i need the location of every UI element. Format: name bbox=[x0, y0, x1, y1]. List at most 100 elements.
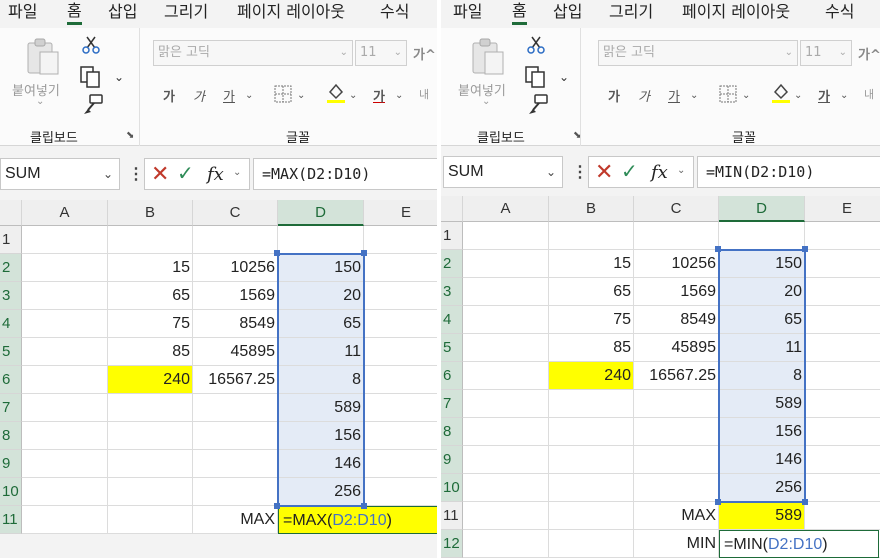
grid-cell[interactable]: 10256 bbox=[634, 250, 719, 278]
grid-cell[interactable]: 8 bbox=[278, 366, 364, 394]
fill-chevron-icon[interactable]: ⌄ bbox=[794, 90, 802, 101]
italic-button[interactable]: 가 bbox=[638, 86, 650, 105]
grid-cell[interactable]: 256 bbox=[719, 474, 805, 502]
border-icon[interactable] bbox=[273, 84, 295, 104]
enter-icon[interactable]: ✓ bbox=[621, 160, 638, 184]
grid-cell[interactable]: 20 bbox=[719, 278, 805, 306]
column-header-e[interactable]: E bbox=[364, 200, 437, 226]
cut-icon[interactable] bbox=[82, 36, 100, 54]
grid-cell[interactable] bbox=[463, 334, 549, 362]
tab-insert[interactable]: 삽입 bbox=[553, 0, 582, 24]
grid-cell[interactable]: 150 bbox=[719, 250, 805, 278]
enter-icon[interactable]: ✓ bbox=[177, 162, 194, 186]
grid-cell[interactable] bbox=[364, 310, 437, 338]
grid-cell[interactable] bbox=[193, 422, 278, 450]
underline-chevron-icon[interactable]: ⌄ bbox=[690, 90, 698, 101]
grid-cell[interactable] bbox=[108, 394, 193, 422]
tab-draw[interactable]: 그리기 bbox=[164, 0, 208, 24]
grid-cell[interactable]: 150 bbox=[278, 254, 364, 282]
font-color-chevron-icon[interactable]: ⌄ bbox=[840, 90, 848, 101]
column-header-b[interactable]: B bbox=[108, 200, 193, 226]
grow-font-button[interactable]: 가^ bbox=[858, 44, 880, 63]
editing-cell[interactable]: =MAX(D2:D10) bbox=[278, 506, 437, 534]
grid-cell[interactable] bbox=[364, 394, 437, 422]
grid-cell[interactable]: 16567.25 bbox=[193, 366, 278, 394]
bold-button[interactable]: 가 bbox=[608, 86, 620, 105]
row-header[interactable]: 10 bbox=[441, 474, 463, 502]
grid-cell[interactable]: 240 bbox=[108, 366, 193, 394]
grid-cell[interactable]: 8549 bbox=[634, 306, 719, 334]
grid-cell[interactable] bbox=[364, 450, 437, 478]
grid-cell[interactable] bbox=[463, 278, 549, 306]
grid-cell[interactable] bbox=[549, 390, 634, 418]
grid-cell[interactable] bbox=[805, 278, 880, 306]
row-header[interactable]: 2 bbox=[441, 250, 463, 278]
grid-cell[interactable]: 15 bbox=[108, 254, 193, 282]
row-header[interactable]: 1 bbox=[441, 222, 463, 250]
grid-cell[interactable] bbox=[193, 226, 278, 254]
format-painter-icon[interactable] bbox=[527, 94, 549, 116]
row-header[interactable]: 9 bbox=[0, 450, 22, 478]
grid-cell[interactable]: 146 bbox=[719, 446, 805, 474]
grid-cell[interactable] bbox=[22, 478, 108, 506]
insert-function-icon[interactable]: fx bbox=[651, 162, 668, 183]
grid-cell[interactable] bbox=[634, 474, 719, 502]
underline-button[interactable]: 가 bbox=[223, 86, 235, 105]
grid-cell[interactable]: 1569 bbox=[193, 282, 278, 310]
row-header[interactable]: 5 bbox=[441, 334, 463, 362]
grid-cell[interactable]: 146 bbox=[278, 450, 364, 478]
grid-cell[interactable] bbox=[22, 282, 108, 310]
grid-cell[interactable]: 85 bbox=[108, 338, 193, 366]
grid-cell[interactable]: MAX bbox=[193, 506, 278, 534]
row-header[interactable]: 12 bbox=[441, 530, 463, 558]
grid-cell[interactable]: 65 bbox=[549, 278, 634, 306]
row-header[interactable]: 10 bbox=[0, 478, 22, 506]
grid-cell[interactable] bbox=[805, 446, 880, 474]
row-header[interactable]: 8 bbox=[441, 418, 463, 446]
font-color-button[interactable]: 가 bbox=[373, 86, 385, 105]
grid-cell[interactable] bbox=[805, 390, 880, 418]
grid-cell[interactable] bbox=[634, 390, 719, 418]
tab-insert[interactable]: 삽입 bbox=[108, 0, 137, 24]
grid-cell[interactable] bbox=[805, 250, 880, 278]
grid-cell[interactable] bbox=[463, 446, 549, 474]
grid-cell[interactable] bbox=[805, 474, 880, 502]
grid-cell[interactable] bbox=[463, 222, 549, 250]
grid-cell[interactable] bbox=[549, 222, 634, 250]
range-resize-handle[interactable] bbox=[715, 499, 721, 505]
grid-cell[interactable] bbox=[108, 422, 193, 450]
more-options-icon[interactable]: ⋮ bbox=[128, 164, 144, 184]
range-resize-handle[interactable] bbox=[274, 250, 280, 256]
grid-cell[interactable] bbox=[22, 254, 108, 282]
grid-cell[interactable] bbox=[634, 418, 719, 446]
paste-icon[interactable] bbox=[471, 38, 505, 76]
tab-page-layout[interactable]: 페이지 레이아웃 bbox=[682, 0, 790, 24]
grid-cell[interactable] bbox=[22, 366, 108, 394]
column-header-a[interactable]: A bbox=[463, 196, 549, 222]
grid-cell[interactable]: 240 bbox=[549, 362, 634, 390]
range-resize-handle[interactable] bbox=[802, 499, 808, 505]
grid-cell[interactable] bbox=[22, 422, 108, 450]
grid-cell[interactable] bbox=[22, 394, 108, 422]
select-all-corner[interactable] bbox=[441, 196, 463, 222]
grid-cell[interactable] bbox=[463, 390, 549, 418]
grid-cell[interactable] bbox=[805, 418, 880, 446]
row-header[interactable]: 8 bbox=[0, 422, 22, 450]
grid-cell[interactable]: 8 bbox=[719, 362, 805, 390]
tab-home[interactable]: 홈 bbox=[67, 0, 82, 25]
grid-cell[interactable] bbox=[463, 250, 549, 278]
grid-cell[interactable] bbox=[22, 310, 108, 338]
grid-cell[interactable] bbox=[549, 502, 634, 530]
cancel-icon[interactable]: ✕ bbox=[595, 160, 613, 184]
grid-cell[interactable]: MIN bbox=[634, 530, 719, 558]
fill-color-icon[interactable] bbox=[325, 82, 347, 104]
tab-page-layout[interactable]: 페이지 레이아웃 bbox=[237, 0, 345, 24]
column-header-c[interactable]: C bbox=[193, 200, 278, 226]
row-header[interactable]: 9 bbox=[441, 446, 463, 474]
grid-cell[interactable]: 45895 bbox=[193, 338, 278, 366]
row-header[interactable]: 6 bbox=[0, 366, 22, 394]
row-header[interactable]: 7 bbox=[441, 390, 463, 418]
underline-chevron-icon[interactable]: ⌄ bbox=[245, 90, 253, 101]
row-header[interactable]: 1 bbox=[0, 226, 22, 254]
grid-cell[interactable] bbox=[805, 334, 880, 362]
